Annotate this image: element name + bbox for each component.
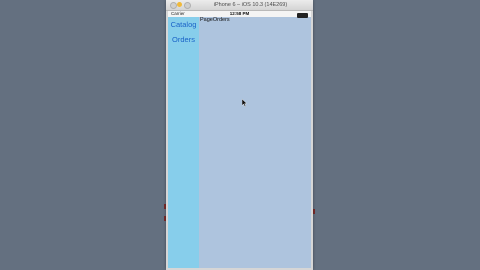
mouse-pointer-icon: [242, 99, 248, 107]
sidebar-nav: Catalog Orders: [168, 17, 199, 268]
desktop-background: iPhone 6 – iOS 10.3 (14E269) Carrier 12:…: [0, 0, 480, 270]
minimize-window-icon[interactable]: [177, 2, 182, 7]
simulator-window: iPhone 6 – iOS 10.3 (14E269) Carrier 12:…: [166, 0, 313, 270]
simulator-title-bar[interactable]: iPhone 6 – iOS 10.3 (14E269): [166, 0, 313, 11]
edge-marker: [313, 209, 315, 214]
page-title: PageOrders: [200, 17, 230, 23]
sidebar-item-catalog[interactable]: Catalog: [168, 20, 199, 30]
close-window-icon[interactable]: [170, 2, 177, 9]
sidebar-item-orders[interactable]: Orders: [168, 35, 199, 45]
device-screen: Carrier 12:58 PM Catalog Orders PageOrde…: [168, 11, 311, 268]
simulator-title: iPhone 6 – iOS 10.3 (14E269): [213, 2, 288, 8]
battery-icon: [297, 12, 308, 18]
